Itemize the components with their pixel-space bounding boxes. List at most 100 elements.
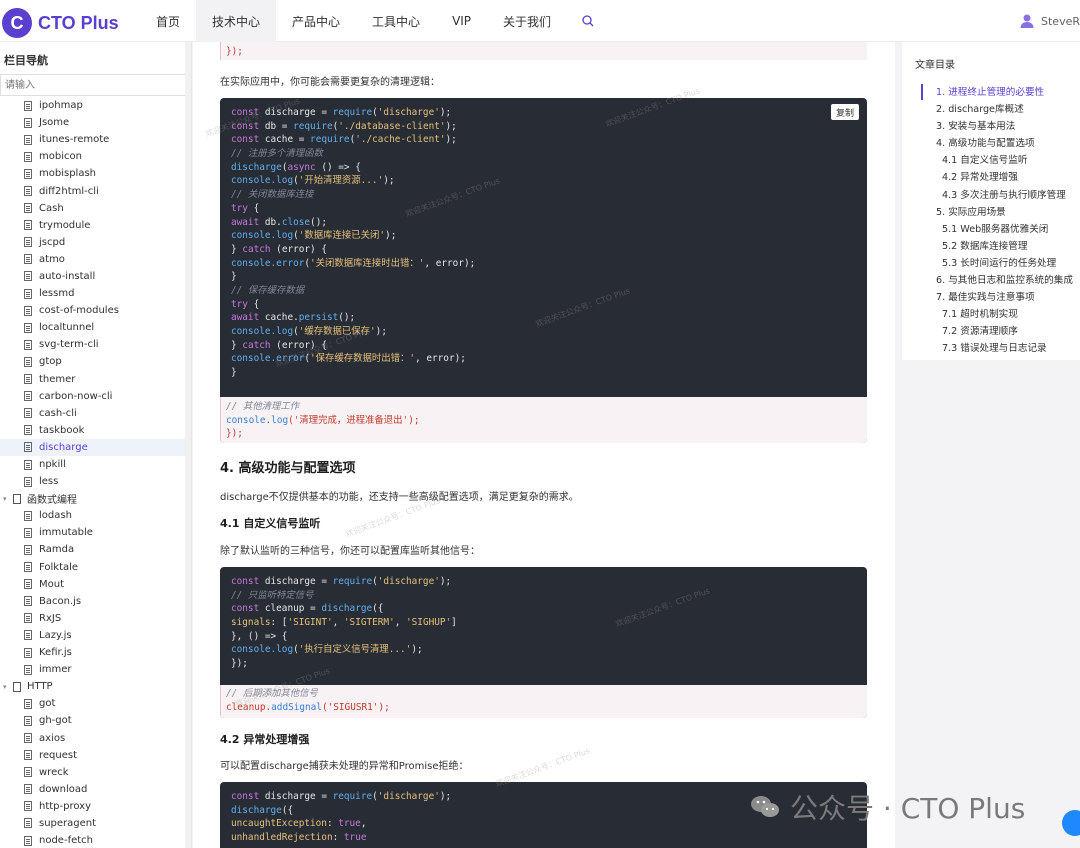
sidebar-item[interactable]: mobisplash <box>0 165 186 182</box>
sidebar-item[interactable]: gtop <box>0 353 186 370</box>
toc-item[interactable]: 5.2 数据库连接管理 <box>936 238 1073 255</box>
code-line: console.log('缓存数据已保存'); <box>231 326 387 337</box>
sidebar-item[interactable]: jscpd <box>0 234 186 251</box>
sidebar-item[interactable]: wreck <box>0 764 186 781</box>
sidebar-item-label: download <box>39 783 88 795</box>
sidebar-item[interactable]: Mout <box>0 576 186 593</box>
sidebar-item[interactable]: cost-of-modules <box>0 302 186 319</box>
search-icon[interactable] <box>567 0 609 42</box>
sidebar-item[interactable]: trymodule <box>0 217 186 234</box>
nav-item-tech-center[interactable]: 技术中心 <box>196 0 277 42</box>
toc-item[interactable]: 7.3 错误处理与日志记录 <box>936 340 1073 357</box>
sidebar-item-label: gtop <box>39 356 62 368</box>
sidebar-item[interactable]: Cash <box>0 200 186 217</box>
toc-item[interactable]: 7.2 资源清理顺序 <box>936 323 1073 340</box>
document-icon <box>24 664 32 675</box>
document-icon <box>24 476 32 487</box>
sidebar-item[interactable]: axios <box>0 729 186 746</box>
sidebar-item[interactable]: less <box>0 473 186 490</box>
user-menu[interactable]: SteveR <box>1019 0 1080 42</box>
sidebar-item-label: trymodule <box>39 219 91 231</box>
sidebar-item[interactable]: auto-install <box>0 268 186 285</box>
sidebar-item[interactable]: Kefir.js <box>0 644 186 661</box>
sidebar-item[interactable]: lodash <box>0 507 186 524</box>
toc-item[interactable]: 5. 实际应用场景 <box>936 204 1073 221</box>
sidebar-item[interactable]: node-fetch <box>0 832 186 848</box>
nav-item-tool-center[interactable]: 工具中心 <box>356 0 436 42</box>
toc-item[interactable]: 4.3 多次注册与执行顺序管理 <box>936 187 1073 204</box>
toc-item[interactable]: 5.3 长时间运行的任务处理 <box>936 255 1073 272</box>
sidebar-item[interactable]: diff2html-cli <box>0 182 186 199</box>
sidebar-item[interactable]: itunes-remote <box>0 131 186 148</box>
sidebar-item-label: Lazy.js <box>39 629 72 641</box>
sidebar-item[interactable]: Jsome <box>0 114 186 131</box>
code-line: try { <box>231 202 260 214</box>
toc-item[interactable]: 4. 高级功能与配置选项 <box>936 135 1073 152</box>
sidebar-item[interactable]: taskbook <box>0 422 186 439</box>
sidebar-item[interactable]: superagent <box>0 815 186 832</box>
toc-item[interactable]: 4.2 异常处理增强 <box>936 169 1073 186</box>
sidebar-search-input[interactable] <box>0 74 186 96</box>
chevron-down-icon[interactable]: ▾ <box>3 495 11 503</box>
document-icon <box>24 356 32 367</box>
sidebar-group[interactable]: ▾ 函数式编程 <box>0 490 186 507</box>
floating-help-button[interactable] <box>1062 810 1080 836</box>
sidebar-item[interactable]: themer <box>0 371 186 388</box>
toc-item[interactable]: 2. discharge库概述 <box>936 101 1073 118</box>
sidebar-item[interactable]: http-proxy <box>0 798 186 815</box>
document-icon <box>24 698 32 709</box>
toc-item[interactable]: 3. 安装与基本用法 <box>936 118 1073 135</box>
copy-button[interactable]: 复制 <box>831 104 859 120</box>
toc-item[interactable]: 4.1 自定义信号监听 <box>936 152 1073 169</box>
brand-logo[interactable]: C CTO Plus <box>0 8 119 38</box>
sidebar-item-label: immutable <box>39 527 93 539</box>
sidebar-item[interactable]: immutable <box>0 524 186 541</box>
sidebar-item[interactable]: ipohmap <box>0 97 186 114</box>
nav-item-product-center[interactable]: 产品中心 <box>276 0 356 42</box>
sidebar-item[interactable]: request <box>0 747 186 764</box>
sidebar-item[interactable]: discharge <box>0 438 186 456</box>
sidebar-item[interactable]: svg-term-cli <box>0 336 186 353</box>
sidebar-item[interactable]: npkill <box>0 456 186 473</box>
code-line: console.error('关闭数据库连接时出错：', error); <box>231 257 476 269</box>
code-line: signals: ['SIGINT', 'SIGTERM', 'SIGHUP'] <box>231 617 457 629</box>
sidebar-item[interactable]: got <box>0 695 186 712</box>
toc-item[interactable]: 6. 与其他日志和监控系统的集成 <box>936 272 1073 289</box>
sidebar-item[interactable]: cash-cli <box>0 405 186 422</box>
sidebar-item[interactable]: Folktale <box>0 559 186 576</box>
sidebar-item[interactable]: atmo <box>0 251 186 268</box>
sidebar-item[interactable]: Ramda <box>0 541 186 558</box>
sidebar-item[interactable]: RxJS <box>0 610 186 627</box>
document-icon <box>24 237 32 248</box>
code-line: discharge(async () => { <box>231 161 361 173</box>
sidebar-item[interactable]: lessmd <box>0 285 186 302</box>
nav-item-vip[interactable]: VIP <box>436 0 487 42</box>
sidebar-item[interactable]: Bacon.js <box>0 593 186 610</box>
sidebar-group[interactable]: ▾ HTTP <box>0 678 186 695</box>
document-icon <box>24 203 32 214</box>
sidebar-item[interactable]: gh-got <box>0 712 186 729</box>
code-line: // 关闭数据库连接 <box>231 189 314 201</box>
toc-item[interactable]: 7.1 超时机制实现 <box>936 306 1073 323</box>
chevron-down-icon[interactable]: ▾ <box>3 683 11 691</box>
sidebar-item-label: mobisplash <box>39 168 96 180</box>
sidebar-item[interactable]: mobicon <box>0 148 186 165</box>
sidebar-item[interactable]: Lazy.js <box>0 627 186 644</box>
nav-item-about[interactable]: 关于我们 <box>487 0 567 42</box>
code-line: const discharge = require('discharge'); <box>231 576 452 587</box>
sidebar-item[interactable]: carbon-now-cli <box>0 388 186 405</box>
sidebar-scrollbar[interactable] <box>185 42 191 848</box>
nav-item-home[interactable]: 首页 <box>140 0 196 42</box>
toc-item[interactable]: 5.1 Web服务器优雅关闭 <box>936 221 1073 238</box>
sidebar-item-label: Jsome <box>39 117 70 129</box>
sidebar-item[interactable]: download <box>0 781 186 798</box>
document-icon <box>24 613 32 624</box>
toc-item[interactable]: 1. 进程终止管理的必要性 <box>936 84 1073 101</box>
code-block-signals: const discharge = require('discharge'); … <box>220 567 867 718</box>
sidebar-item[interactable]: localtunnel <box>0 319 186 336</box>
sidebar: 栏目导航 ipohmap Jsome itunes-remote mobicon mob… <box>0 42 192 848</box>
code-line: try { <box>231 298 260 310</box>
toc-item[interactable]: 7. 最佳实践与注意事项 <box>936 289 1073 306</box>
sidebar-item[interactable]: immer <box>0 661 186 678</box>
code-line: } catch (error) { <box>231 243 327 255</box>
